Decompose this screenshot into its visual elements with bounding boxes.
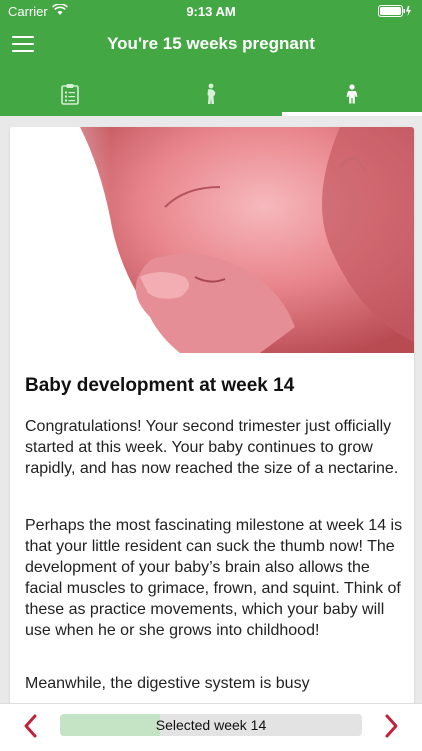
nav-bar: You're 15 weeks pregnant (0, 24, 422, 66)
article-heading: Baby development at week 14 (25, 375, 295, 396)
tab-mother[interactable] (141, 72, 281, 116)
active-tab-indicator (282, 112, 422, 116)
next-week-button[interactable] (379, 712, 403, 740)
chevron-right-icon (385, 714, 398, 738)
tab-checklist[interactable] (0, 72, 140, 116)
selected-week-label: Selected week 14 (155, 717, 267, 733)
article-card: Baby development at week 14 Congratulati… (10, 127, 414, 727)
fetus-illustration (10, 127, 414, 353)
pregnant-woman-icon (207, 83, 216, 104)
week-navigator: Selected week 14 (0, 703, 422, 751)
chevron-left-icon (24, 714, 37, 738)
clock: 9:13 AM (186, 4, 236, 19)
battery-icon (378, 5, 412, 17)
previous-week-button[interactable] (19, 712, 43, 740)
article-paragraph: Meanwhile, the digestive system is busy (25, 675, 310, 692)
status-bar: Carrier 9:13 AM (0, 0, 422, 22)
child-icon (346, 84, 358, 104)
article-paragraph: Congratulations! Your second trimester j… (25, 418, 399, 477)
page-title: You're 15 weeks pregnant (107, 34, 315, 53)
tab-bar (0, 72, 422, 116)
week-progress-bar[interactable]: Selected week 14 (60, 714, 362, 736)
tab-baby[interactable] (282, 72, 422, 116)
app-header: Carrier 9:13 AM You're 15 weeks pregnant (0, 0, 422, 116)
article-paragraph: Perhaps the most fascinating milestone a… (25, 517, 403, 639)
clipboard-icon (61, 84, 79, 105)
